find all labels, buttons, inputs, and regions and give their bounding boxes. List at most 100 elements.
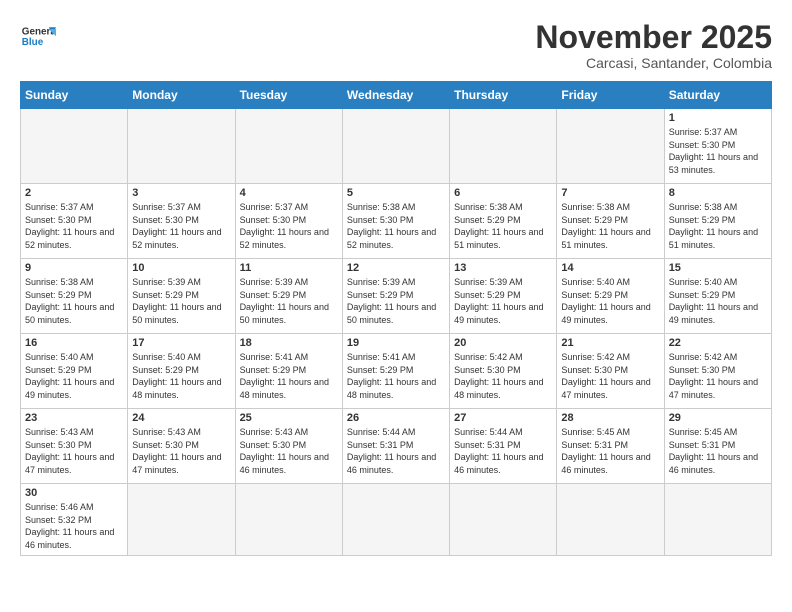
calendar-table: SundayMondayTuesdayWednesdayThursdayFrid… (20, 81, 772, 555)
month-title: November 2025 (535, 20, 772, 55)
calendar-cell: 14 Sunrise: 5:40 AM Sunset: 5:29 PM Dayli… (557, 259, 664, 334)
calendar-cell: 22Sunrise: 5:42 AM Sunset: 5:30 PM Dayli… (664, 334, 771, 409)
col-header-sunday: Sunday (21, 82, 128, 109)
calendar-cell: 1 Sunrise: 5:37 AM Sunset: 5:30 PM Daylig… (664, 109, 771, 184)
day-info: Sunrise: 5:44 AM Sunset: 5:31 PM Dayligh… (454, 426, 552, 476)
day-info: Sunrise: 5:40 AM Sunset: 5:29 PM Dayligh… (25, 351, 123, 401)
day-number: 5 (347, 187, 445, 199)
calendar-cell: 6Sunrise: 5:38 AM Sunset: 5:29 PM Daylig… (450, 184, 557, 259)
calendar-cell: 29Sunrise: 5:45 AM Sunset: 5:31 PM Dayli… (664, 409, 771, 484)
calendar-cell: 9 Sunrise: 5:38 AM Sunset: 5:29 PM Daylig… (21, 259, 128, 334)
calendar-cell: 5 Sunrise: 5:38 AM Sunset: 5:30 PM Daylig… (342, 184, 449, 259)
col-header-saturday: Saturday (664, 82, 771, 109)
day-info: Sunrise: 5:43 AM Sunset: 5:30 PM Dayligh… (240, 426, 338, 476)
col-header-friday: Friday (557, 82, 664, 109)
calendar-header-row: SundayMondayTuesdayWednesdayThursdayFrid… (21, 82, 772, 109)
calendar-cell (21, 109, 128, 184)
day-info: Sunrise: 5:40 AM Sunset: 5:29 PM Dayligh… (561, 276, 659, 326)
col-header-tuesday: Tuesday (235, 82, 342, 109)
day-number: 1 (669, 112, 767, 124)
day-number: 25 (240, 412, 338, 424)
calendar-cell: 2 Sunrise: 5:37 AM Sunset: 5:30 PM Daylig… (21, 184, 128, 259)
calendar-cell (450, 484, 557, 555)
day-number: 11 (240, 262, 338, 274)
day-number: 28 (561, 412, 659, 424)
day-info: Sunrise: 5:46 AM Sunset: 5:32 PM Dayligh… (25, 501, 123, 551)
day-number: 17 (132, 337, 230, 349)
day-number: 8 (669, 187, 767, 199)
calendar-cell: 24 Sunrise: 5:43 AM Sunset: 5:30 PM Dayli… (128, 409, 235, 484)
day-info: Sunrise: 5:40 AM Sunset: 5:29 PM Dayligh… (669, 276, 767, 326)
calendar-cell: 13 Sunrise: 5:39 AM Sunset: 5:29 PM Dayli… (450, 259, 557, 334)
day-info: Sunrise: 5:37 AM Sunset: 5:30 PM Dayligh… (669, 126, 767, 176)
calendar-cell (557, 484, 664, 555)
day-number: 20 (454, 337, 552, 349)
day-number: 2 (25, 187, 123, 199)
week-row-5: 23 Sunrise: 5:43 AM Sunset: 5:30 PM Dayli… (21, 409, 772, 484)
day-info: Sunrise: 5:44 AM Sunset: 5:31 PM Dayligh… (347, 426, 445, 476)
calendar-cell: 10Sunrise: 5:39 AM Sunset: 5:29 PM Dayli… (128, 259, 235, 334)
day-number: 4 (240, 187, 338, 199)
day-number: 3 (132, 187, 230, 199)
col-header-wednesday: Wednesday (342, 82, 449, 109)
day-info: Sunrise: 5:45 AM Sunset: 5:31 PM Dayligh… (561, 426, 659, 476)
day-info: Sunrise: 5:37 AM Sunset: 5:30 PM Dayligh… (25, 201, 123, 251)
day-info: Sunrise: 5:40 AM Sunset: 5:29 PM Dayligh… (132, 351, 230, 401)
calendar-cell: 7 Sunrise: 5:38 AM Sunset: 5:29 PM Daylig… (557, 184, 664, 259)
calendar-cell: 26Sunrise: 5:44 AM Sunset: 5:31 PM Dayli… (342, 409, 449, 484)
day-number: 14 (561, 262, 659, 274)
day-number: 13 (454, 262, 552, 274)
day-info: Sunrise: 5:37 AM Sunset: 5:30 PM Dayligh… (132, 201, 230, 251)
day-info: Sunrise: 5:39 AM Sunset: 5:29 PM Dayligh… (454, 276, 552, 326)
calendar-cell (664, 484, 771, 555)
day-number: 6 (454, 187, 552, 199)
calendar-cell: 25 Sunrise: 5:43 AM Sunset: 5:30 PM Dayli… (235, 409, 342, 484)
calendar-cell: 30Sunrise: 5:46 AM Sunset: 5:32 PM Dayli… (21, 484, 128, 555)
calendar-cell: 8Sunrise: 5:38 AM Sunset: 5:29 PM Daylig… (664, 184, 771, 259)
calendar-cell: 18Sunrise: 5:41 AM Sunset: 5:29 PM Dayli… (235, 334, 342, 409)
logo-icon: General Blue (20, 20, 56, 56)
day-info: Sunrise: 5:38 AM Sunset: 5:29 PM Dayligh… (561, 201, 659, 251)
day-number: 16 (25, 337, 123, 349)
day-number: 15 (669, 262, 767, 274)
day-number: 18 (240, 337, 338, 349)
day-info: Sunrise: 5:42 AM Sunset: 5:30 PM Dayligh… (669, 351, 767, 401)
calendar-cell (128, 109, 235, 184)
svg-text:Blue: Blue (22, 37, 44, 48)
calendar-cell: 21Sunrise: 5:42 AM Sunset: 5:30 PM Dayli… (557, 334, 664, 409)
week-row-4: 16 Sunrise: 5:40 AM Sunset: 5:29 PM Dayli… (21, 334, 772, 409)
calendar-cell: 3 Sunrise: 5:37 AM Sunset: 5:30 PM Daylig… (128, 184, 235, 259)
week-row-1: 1 Sunrise: 5:37 AM Sunset: 5:30 PM Daylig… (21, 109, 772, 184)
week-row-6: 30Sunrise: 5:46 AM Sunset: 5:32 PM Dayli… (21, 484, 772, 555)
day-info: Sunrise: 5:39 AM Sunset: 5:29 PM Dayligh… (347, 276, 445, 326)
day-number: 23 (25, 412, 123, 424)
day-number: 12 (347, 262, 445, 274)
calendar-cell: 16 Sunrise: 5:40 AM Sunset: 5:29 PM Dayli… (21, 334, 128, 409)
title-area: November 2025 Carcasi, Santander, Colomb… (535, 20, 772, 71)
day-info: Sunrise: 5:38 AM Sunset: 5:29 PM Dayligh… (25, 276, 123, 326)
day-number: 24 (132, 412, 230, 424)
calendar-cell (235, 484, 342, 555)
calendar-cell (342, 109, 449, 184)
calendar-cell: 27 Sunrise: 5:44 AM Sunset: 5:31 PM Dayli… (450, 409, 557, 484)
calendar-cell: 20 Sunrise: 5:42 AM Sunset: 5:30 PM Dayli… (450, 334, 557, 409)
day-number: 27 (454, 412, 552, 424)
calendar-cell: 19 Sunrise: 5:41 AM Sunset: 5:29 PM Dayli… (342, 334, 449, 409)
day-info: Sunrise: 5:41 AM Sunset: 5:29 PM Dayligh… (347, 351, 445, 401)
calendar-cell (235, 109, 342, 184)
week-row-2: 2 Sunrise: 5:37 AM Sunset: 5:30 PM Daylig… (21, 184, 772, 259)
calendar-cell (557, 109, 664, 184)
day-info: Sunrise: 5:38 AM Sunset: 5:30 PM Dayligh… (347, 201, 445, 251)
page-header: General Blue November 2025 Carcasi, Sant… (20, 20, 772, 71)
day-number: 19 (347, 337, 445, 349)
col-header-monday: Monday (128, 82, 235, 109)
logo: General Blue (20, 20, 56, 56)
day-info: Sunrise: 5:43 AM Sunset: 5:30 PM Dayligh… (132, 426, 230, 476)
day-info: Sunrise: 5:39 AM Sunset: 5:29 PM Dayligh… (240, 276, 338, 326)
day-info: Sunrise: 5:42 AM Sunset: 5:30 PM Dayligh… (454, 351, 552, 401)
day-number: 10 (132, 262, 230, 274)
col-header-thursday: Thursday (450, 82, 557, 109)
day-info: Sunrise: 5:42 AM Sunset: 5:30 PM Dayligh… (561, 351, 659, 401)
day-number: 7 (561, 187, 659, 199)
day-number: 9 (25, 262, 123, 274)
